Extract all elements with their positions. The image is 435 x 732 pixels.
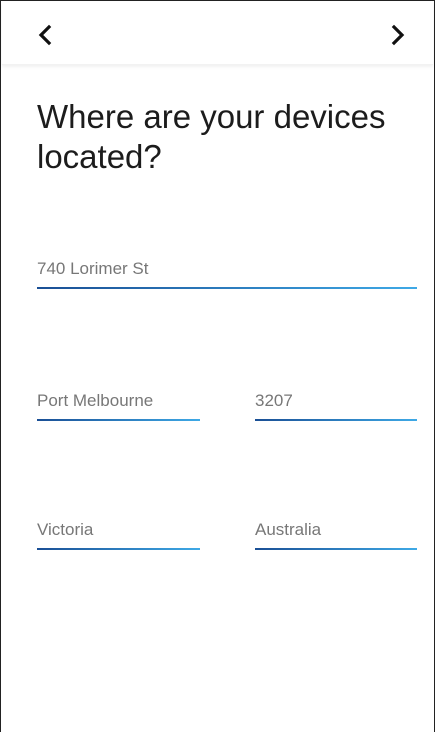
back-button[interactable] bbox=[30, 20, 60, 50]
next-button[interactable] bbox=[383, 20, 413, 50]
city-field[interactable] bbox=[37, 389, 200, 421]
chevron-right-icon bbox=[391, 24, 405, 46]
state-input[interactable] bbox=[37, 518, 200, 542]
street-address-field[interactable] bbox=[37, 257, 417, 289]
page-title: Where are your devices located? bbox=[37, 98, 386, 175]
country-underline bbox=[255, 548, 417, 550]
city-underline bbox=[37, 419, 200, 421]
postcode-input[interactable] bbox=[255, 389, 417, 413]
postcode-underline bbox=[255, 419, 417, 421]
country-field[interactable] bbox=[255, 518, 417, 550]
chevron-left-icon bbox=[38, 24, 52, 46]
street-address-underline bbox=[37, 287, 417, 289]
state-underline bbox=[37, 548, 200, 550]
state-field[interactable] bbox=[37, 518, 200, 550]
city-input[interactable] bbox=[37, 389, 200, 413]
street-address-input[interactable] bbox=[37, 257, 417, 281]
top-navigation-bar bbox=[2, 2, 433, 65]
country-input[interactable] bbox=[255, 518, 417, 542]
postcode-field[interactable] bbox=[255, 389, 417, 421]
app-screen: Where are your devices located? bbox=[0, 0, 435, 732]
